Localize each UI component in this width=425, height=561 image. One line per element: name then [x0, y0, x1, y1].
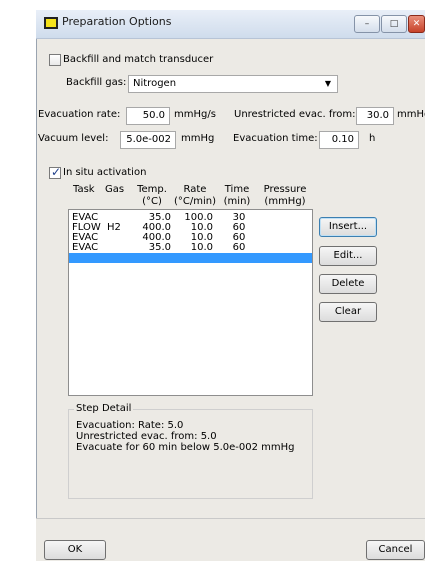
evacuation-time-label: Evacuation time: [233, 133, 318, 144]
delete-button[interactable]: Delete [319, 274, 377, 294]
backfill-match-label: Backfill and match transducer [63, 54, 214, 65]
vacuum-level-label: Vacuum level: [38, 133, 109, 144]
backfill-gas-label: Backfill gas: [66, 77, 127, 88]
unrestricted-evac-unit: mmHg [397, 109, 425, 120]
insert-button[interactable]: Insert... [319, 217, 377, 237]
window-title: Preparation Options [62, 15, 172, 28]
evacuation-time-input[interactable]: 0.10 [319, 131, 359, 149]
evacuation-rate-unit: mmHg/s [174, 109, 216, 120]
column-header-gas: Gas [105, 184, 125, 195]
column-header-pressure: Pressure (mmHg) [263, 184, 307, 207]
backfill-match-checkbox[interactable] [49, 54, 61, 66]
column-header-temp: Temp. (°C) [137, 184, 167, 207]
cancel-button[interactable]: Cancel [366, 540, 425, 560]
chevron-down-icon: ▼ [324, 79, 331, 88]
edit-button[interactable]: Edit... [319, 246, 377, 266]
unrestricted-evac-label: Unrestricted evac. from: [234, 109, 356, 120]
list-item[interactable]: EVAC 35.0 10.0 60 [69, 243, 312, 253]
evacuation-rate-input[interactable]: 50.0 [126, 107, 170, 125]
column-header-task: Task [73, 184, 95, 195]
window-app-icon [44, 17, 58, 29]
maximize-button[interactable]: □ [381, 15, 407, 33]
column-header-rate: Rate (°C/min) [173, 184, 216, 207]
vacuum-level-input[interactable]: 5.0e-002 [120, 131, 176, 149]
clear-button[interactable]: Clear [319, 302, 377, 322]
in-situ-activation-checkbox[interactable] [49, 165, 61, 179]
close-button[interactable]: ✕ [408, 15, 425, 33]
step-detail-title: Step Detail [74, 403, 134, 414]
evacuation-rate-label: Evacuation rate: [38, 109, 121, 120]
backfill-gas-value: Nitrogen [133, 78, 177, 89]
list-item-selected-empty[interactable] [69, 253, 312, 263]
unrestricted-evac-input[interactable]: 30.0 [356, 107, 394, 125]
vacuum-level-unit: mmHg [181, 133, 215, 144]
column-header-time: Time (min) [223, 184, 251, 207]
ok-button[interactable]: OK [44, 540, 106, 560]
in-situ-activation-label: In situ activation [63, 167, 147, 178]
evacuation-time-unit: h [369, 133, 376, 144]
step-detail-line-1: Evacuation: Rate: 5.0 [76, 420, 184, 431]
step-detail-line-3: Evacuate for 60 min below 5.0e-002 mmHg [76, 442, 295, 453]
backfill-gas-select[interactable]: Nitrogen ▼ [128, 75, 338, 93]
activation-steps-list[interactable]: EVAC 35.0 100.0 30 FLOW H2 400.0 10.0 60… [68, 209, 313, 396]
minimize-button[interactable]: – [354, 15, 380, 33]
step-detail-line-2: Unrestricted evac. from: 5.0 [76, 431, 217, 442]
